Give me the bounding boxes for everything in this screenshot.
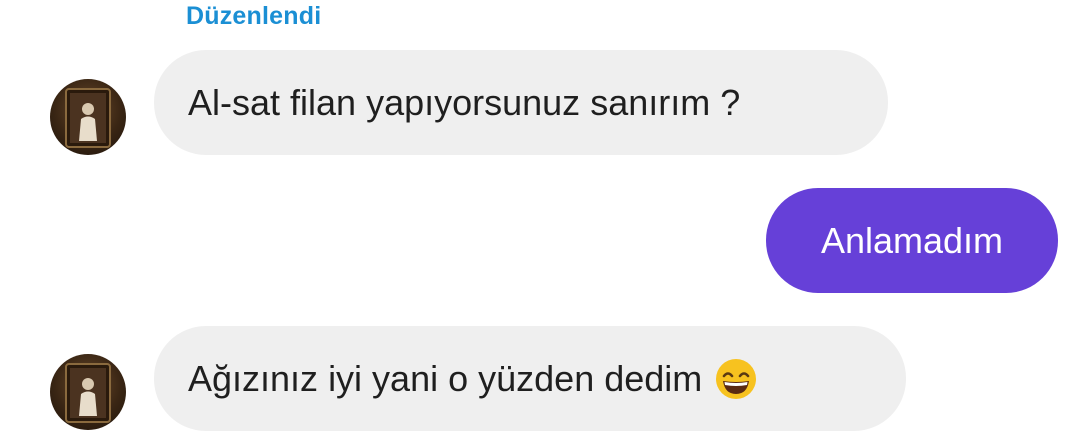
grinning-face-with-smiling-eyes-icon	[716, 358, 757, 399]
incoming-message-bubble[interactable]: Ağızınız iyi yani o yüzden dedim	[154, 326, 906, 431]
edited-label: Düzenlendi	[186, 2, 322, 30]
sender-avatar[interactable]	[50, 79, 126, 155]
message-text: Ağızınız iyi yani o yüzden dedim	[188, 357, 703, 399]
outgoing-message-bubble[interactable]: Anlamadım	[766, 188, 1058, 293]
incoming-message-bubble[interactable]: Al-sat filan yapıyorsunuz sanırım ?	[154, 50, 888, 155]
message-text: Al-sat filan yapıyorsunuz sanırım ?	[188, 81, 741, 123]
sender-avatar[interactable]	[50, 354, 126, 430]
avatar-photo-icon	[65, 88, 111, 148]
message-text: Anlamadım	[820, 219, 1004, 261]
avatar-photo-icon	[65, 363, 111, 423]
